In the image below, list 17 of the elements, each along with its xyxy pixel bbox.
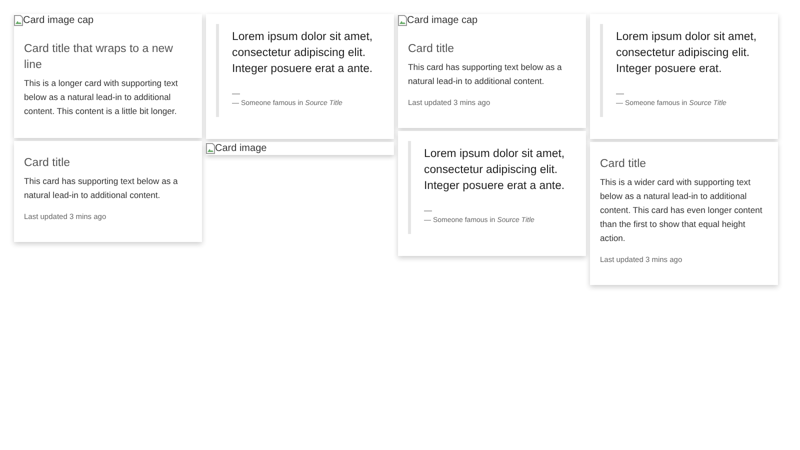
card-title: Card title — [408, 42, 456, 57]
dash-text: — — [616, 89, 624, 99]
card-title: Card title that wraps to a new line — [24, 42, 174, 73]
dash-text: — — [232, 89, 240, 99]
quote-text: Lorem ipsum dolor sit amet, consectetur adipiscing elit. Integer posuere erat a ante. — [424, 147, 566, 194]
card-title: Card title — [24, 156, 72, 171]
card-text: This is a wider card with supporting text below as a natural lead-in to additional content. This card has even longer content than the first to show that equal height action. — [600, 176, 764, 245]
card-text: This card has supporting text below as a natural lead-in to additional content. — [24, 175, 179, 202]
image-alt-text: Card image — [215, 142, 267, 154]
image-alt-text: Card image cap — [407, 14, 478, 26]
dash-text: — — [424, 206, 432, 216]
card-text: This card has supporting text below as a natural lead-in to additional content. — [408, 61, 563, 88]
card-text: This is a longer card with supporting text below as a natural lead-in to additional content. This content is a little bit longer. — [24, 77, 179, 118]
card-title: Card title — [600, 157, 648, 172]
quote-text: Lorem ipsum dolor sit amet, consectetur adipiscing elit. Integer posuere erat. — [616, 30, 758, 77]
quote-text: Lorem ipsum dolor sit amet, consectetur adipiscing elit. Integer posuere erat a ante. — [232, 30, 374, 77]
image-alt-text: Card image cap — [23, 14, 94, 26]
